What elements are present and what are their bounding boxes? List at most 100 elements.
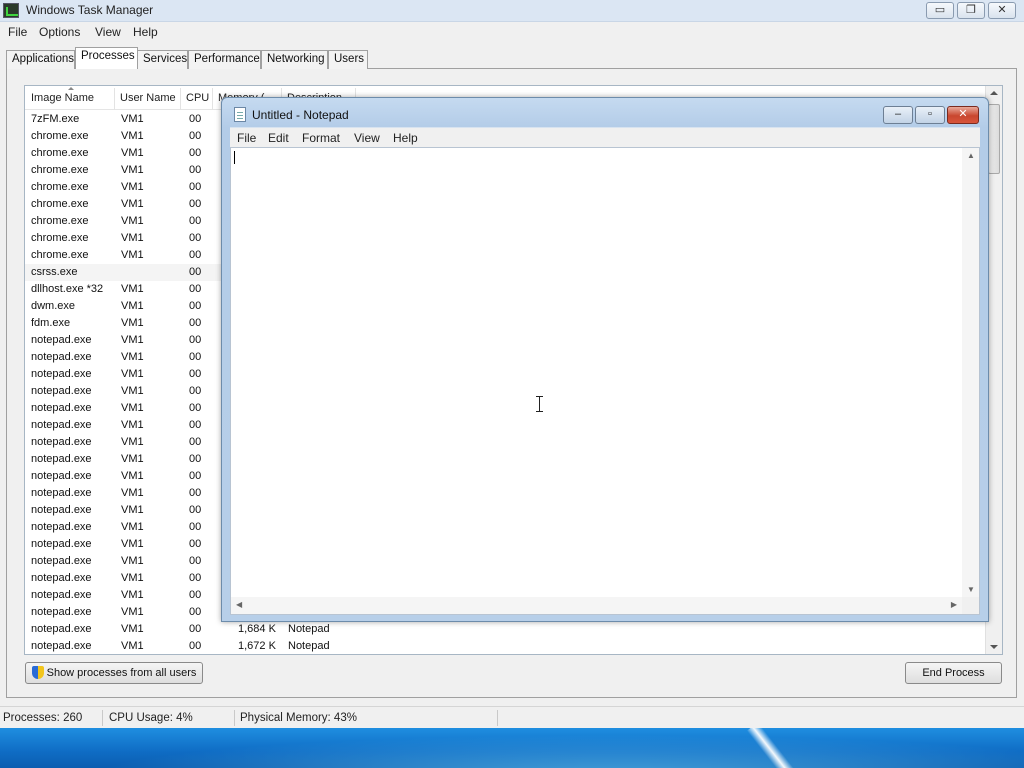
- cell-cpu: 00: [189, 385, 202, 397]
- menu-file[interactable]: File: [8, 25, 27, 39]
- cell-user-name: VM1: [121, 504, 144, 516]
- cell-image-name: dwm.exe: [31, 300, 76, 312]
- resize-grip-icon[interactable]: [962, 597, 979, 614]
- desktop-background[interactable]: [0, 728, 1024, 768]
- cell-image-name: notepad.exe: [31, 606, 92, 618]
- notepad-menu-file[interactable]: File: [237, 131, 256, 145]
- cell-image-name: notepad.exe: [31, 538, 92, 550]
- scroll-up-icon[interactable]: [990, 91, 998, 95]
- cell-image-name: chrome.exe: [31, 164, 89, 176]
- status-processes: Processes: 260: [3, 712, 83, 724]
- tab-applications[interactable]: Applications: [6, 50, 75, 69]
- cell-cpu: 00: [189, 147, 202, 159]
- notepad-minimize-button[interactable]: –: [883, 106, 913, 124]
- status-cpu-usage: CPU Usage: 4%: [109, 712, 193, 724]
- window-title: Windows Task Manager: [26, 3, 154, 17]
- scroll-down-arrow-icon[interactable]: ▼: [967, 585, 975, 594]
- cell-image-name: notepad.exe: [31, 589, 92, 601]
- minimize-button[interactable]: ▭: [926, 2, 954, 19]
- cell-user-name: VM1: [121, 130, 144, 142]
- cell-user-name: VM1: [121, 113, 144, 125]
- cell-cpu: 00: [189, 368, 202, 380]
- cell-cpu: 00: [189, 487, 202, 499]
- column-user-name[interactable]: User Name: [120, 92, 176, 104]
- cell-image-name: chrome.exe: [31, 215, 89, 227]
- restore-button[interactable]: ❐: [957, 2, 985, 19]
- notepad-close-button[interactable]: ✕: [947, 106, 979, 124]
- cell-cpu: 00: [189, 606, 202, 618]
- scroll-down-icon[interactable]: [990, 645, 998, 649]
- column-image-name[interactable]: Image Name: [31, 92, 94, 104]
- cell-cpu: 00: [189, 232, 202, 244]
- cell-image-name: csrss.exe: [31, 266, 78, 278]
- cell-user-name: VM1: [121, 538, 144, 550]
- cell-image-name: notepad.exe: [31, 504, 92, 516]
- cell-image-name: notepad.exe: [31, 368, 92, 380]
- close-button[interactable]: ✕: [988, 2, 1016, 19]
- notepad-menu-help[interactable]: Help: [393, 131, 418, 145]
- cell-user-name: VM1: [121, 317, 144, 329]
- column-cpu[interactable]: CPU: [186, 92, 209, 104]
- cell-image-name: chrome.exe: [31, 147, 89, 159]
- cell-cpu: 00: [189, 351, 202, 363]
- cell-image-name: notepad.exe: [31, 555, 92, 567]
- notepad-text-area[interactable]: ▲ ▼ ◀ ▶: [230, 147, 980, 615]
- notepad-title[interactable]: Untitled - Notepad: [252, 108, 349, 122]
- scroll-up-arrow-icon[interactable]: ▲: [967, 151, 975, 160]
- cell-image-name: 7zFM.exe: [31, 113, 80, 125]
- cell-user-name: VM1: [121, 164, 144, 176]
- tab-networking[interactable]: Networking: [261, 50, 328, 69]
- task-manager-app-icon: [3, 3, 19, 18]
- scroll-left-arrow-icon[interactable]: ◀: [236, 600, 242, 609]
- notepad-window: Untitled - Notepad – ▫ ✕ File Edit Forma…: [221, 97, 989, 622]
- uac-shield-icon: [31, 666, 44, 679]
- cell-user-name: VM1: [121, 623, 144, 635]
- show-all-users-button[interactable]: Show processes from all users: [25, 662, 203, 684]
- menu-help[interactable]: Help: [133, 25, 158, 39]
- cell-image-name: notepad.exe: [31, 436, 92, 448]
- show-all-users-label: Show processes from all users: [46, 667, 197, 679]
- cell-user-name: VM1: [121, 419, 144, 431]
- cell-image-name: notepad.exe: [31, 572, 92, 584]
- notepad-menu-format[interactable]: Format: [302, 131, 340, 145]
- cell-image-name: notepad.exe: [31, 351, 92, 363]
- notepad-menu-view[interactable]: View: [354, 131, 380, 145]
- table-row[interactable]: notepad.exe VM1 00 1,684 K Notepad: [25, 621, 1002, 638]
- menu-view[interactable]: View: [95, 25, 121, 39]
- cell-cpu: 00: [189, 266, 202, 278]
- tab-performance[interactable]: Performance: [188, 50, 261, 69]
- cell-user-name: VM1: [121, 249, 144, 261]
- tab-processes[interactable]: Processes: [75, 47, 138, 69]
- cell-cpu: 00: [189, 334, 202, 346]
- table-row[interactable]: notepad.exe VM1 00 1,672 K Notepad: [25, 638, 1002, 654]
- menu-bar: File Options View Help: [0, 22, 1024, 42]
- scroll-thumb[interactable]: [988, 104, 1000, 174]
- menu-options[interactable]: Options: [39, 25, 80, 39]
- notepad-maximize-button[interactable]: ▫: [915, 106, 945, 124]
- end-process-button[interactable]: End Process: [905, 662, 1002, 684]
- sort-ascending-icon: [68, 87, 74, 90]
- cell-cpu: 00: [189, 419, 202, 431]
- cell-image-name: notepad.exe: [31, 521, 92, 533]
- tab-services[interactable]: Services: [137, 50, 188, 69]
- cell-user-name: VM1: [121, 572, 144, 584]
- status-bar: Processes: 260 CPU Usage: 4% Physical Me…: [0, 706, 1024, 728]
- cell-user-name: VM1: [121, 470, 144, 482]
- cell-cpu: 00: [189, 589, 202, 601]
- cell-image-name: notepad.exe: [31, 623, 92, 635]
- cell-image-name: notepad.exe: [31, 334, 92, 346]
- cell-image-name: notepad.exe: [31, 453, 92, 465]
- notepad-horizontal-scrollbar[interactable]: ◀ ▶: [231, 597, 962, 614]
- notepad-menu-edit[interactable]: Edit: [268, 131, 289, 145]
- tab-users[interactable]: Users: [328, 50, 368, 69]
- cell-image-name: chrome.exe: [31, 130, 89, 142]
- cell-image-name: dllhost.exe *32: [31, 283, 104, 295]
- task-manager-titlebar[interactable]: Windows Task Manager ▭ ❐ ✕: [0, 0, 1024, 22]
- notepad-vertical-scrollbar[interactable]: ▲ ▼: [962, 148, 979, 597]
- cell-image-name: notepad.exe: [31, 385, 92, 397]
- cell-cpu: 00: [189, 402, 202, 414]
- cell-image-name: notepad.exe: [31, 419, 92, 431]
- scroll-right-arrow-icon[interactable]: ▶: [951, 600, 957, 609]
- cell-cpu: 00: [189, 317, 202, 329]
- cell-cpu: 00: [189, 113, 202, 125]
